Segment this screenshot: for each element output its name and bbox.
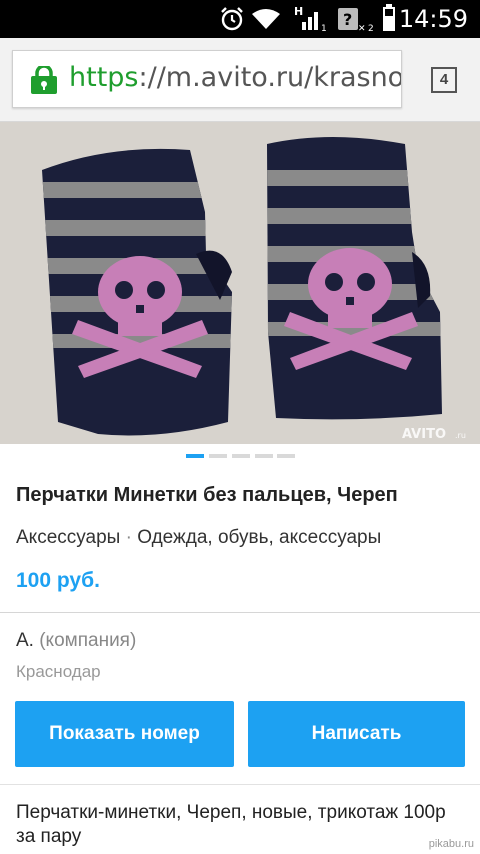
lock-icon [31,64,57,99]
clock: 14:59 [398,5,468,33]
status-bar: H 1 ? ✕ 2 14:59 [0,0,480,38]
category-breadcrumb: Аксессуары · Одежда, обувь, аксессуары [16,527,381,549]
signal-h-icon: H 1 [294,4,330,37]
wifi-icon [251,8,281,35]
listing-photo[interactable]: AVITO .ru [0,122,480,444]
listing-title: Перчатки Минетки без пальцев, Череп [16,484,398,506]
browser-toolbar: https://m.avito.ru/krasnodar 4 [0,38,480,122]
listing-description: Перчатки-минетки, Череп, новые, трикотаж… [16,802,446,847]
svg-text:?: ? [343,10,352,29]
seller-info[interactable]: А. (компания) [16,630,136,652]
parent-category-link[interactable]: Одежда, обувь, аксессуары [137,527,381,548]
gallery-pagination [0,444,480,468]
sim2-label: 2 [368,24,374,32]
url-host: ://m.avito.ru/krasnodar [138,62,402,93]
pagination-dot[interactable] [232,454,250,458]
divider [0,612,480,613]
category-separator: · [125,527,132,548]
battery-icon [382,4,396,37]
show-phone-button[interactable]: Показать номер [15,701,234,767]
seller-name: А. [16,630,34,651]
divider [0,784,480,785]
alarm-icon [220,6,244,37]
pagination-dot[interactable] [209,454,227,458]
pagination-dot[interactable] [277,454,295,458]
address-bar[interactable]: https://m.avito.ru/krasnodar [12,50,402,108]
site-watermark: pikabu.ru [428,838,474,850]
gloves-photo-image: AVITO .ru [0,122,480,444]
signal-label: H [294,5,303,18]
url-scheme: https [69,62,139,93]
category-link[interactable]: Аксессуары [16,527,120,548]
sim1-label: 1 [321,24,327,32]
pagination-dot[interactable] [186,454,204,458]
seller-type: (компания) [39,630,137,651]
write-message-button[interactable]: Написать [248,701,465,767]
pagination-dot[interactable] [255,454,273,458]
tab-switcher-button[interactable]: 4 [431,67,457,93]
sim2-icon: ? ✕ 2 [336,4,376,37]
seller-city: Краснодар [16,662,101,681]
avito-watermark: AVITO [402,427,446,442]
svg-text:✕: ✕ [358,24,366,32]
url-text: https://m.avito.ru/krasnodar [69,62,402,93]
avito-watermark-suffix: .ru [455,431,466,440]
listing-price: 100 руб. [16,569,100,592]
